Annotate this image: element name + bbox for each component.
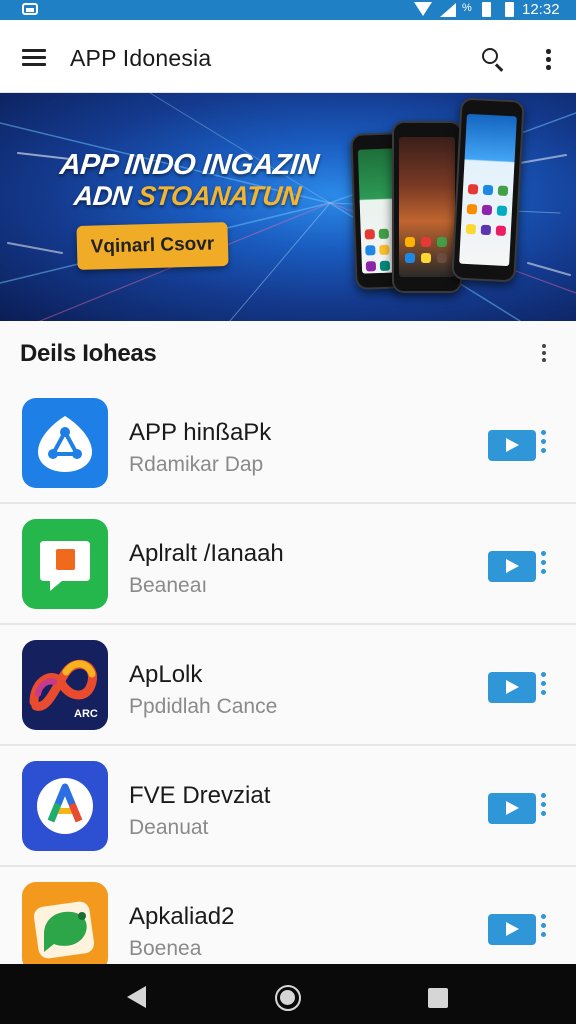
play-button[interactable] — [488, 793, 536, 824]
chat-bubble-app-icon — [22, 519, 108, 609]
infinity-swirl-app-icon: ARC — [22, 640, 108, 730]
menu-icon[interactable] — [20, 46, 48, 68]
play-button[interactable] — [488, 430, 536, 461]
app-bar: APP Idonesia — [0, 20, 576, 93]
overflow-menu-icon[interactable] — [540, 46, 556, 72]
app-title: APP Idonesia — [70, 45, 212, 71]
status-time: 12:32 — [522, 1, 560, 18]
app-list-item[interactable]: Aplralt /Ianaah Beaneaı — [0, 504, 576, 625]
app-subtitle: Rdamikar Dap — [129, 453, 264, 476]
app-list-item[interactable]: ARC ApLolk Ppdidlah Cance — [0, 625, 576, 746]
letter-a-app-icon — [22, 761, 108, 851]
item-overflow-icon[interactable] — [540, 549, 548, 581]
notification-icon — [22, 3, 38, 15]
banner-headline-accent: STOANATUN — [136, 181, 303, 211]
battery-percent: % — [462, 2, 472, 14]
app-name: FVE Drevziat — [129, 782, 271, 809]
item-overflow-icon[interactable] — [540, 791, 548, 823]
promo-banner[interactable]: APP INDO INGAZIN ADN STOANATUN Vqinarl C… — [0, 93, 576, 321]
wifi-icon — [414, 2, 432, 16]
app-icon-label: ARC — [74, 708, 98, 720]
signal-icon — [440, 3, 456, 17]
recent-apps-icon[interactable] — [428, 988, 448, 1008]
sim-icon — [482, 2, 491, 17]
banner-headline-line1: APP INDO INGAZIN — [58, 149, 321, 181]
app-subtitle: Deanuat — [129, 816, 209, 839]
app-name: Apkaliad2 — [129, 903, 235, 930]
battery-icon — [505, 2, 514, 17]
app-subtitle: Beaneaı — [129, 574, 208, 597]
app-list-section: Deils Iohеas APP hinßaPk Rdamikar Dap Ap… — [0, 321, 576, 972]
item-overflow-icon[interactable] — [540, 428, 548, 460]
play-button[interactable] — [488, 551, 536, 582]
app-name: ApLolk — [129, 661, 203, 688]
play-button[interactable] — [488, 672, 536, 703]
app-name: APP hinßaPk — [129, 419, 272, 446]
search-icon[interactable] — [480, 46, 506, 72]
phone-mockup-right — [451, 97, 525, 283]
dots-triangle-app-icon — [22, 398, 108, 488]
home-icon[interactable] — [275, 985, 301, 1011]
back-icon[interactable] — [127, 986, 146, 1008]
banner-headline-prefix: ADN — [72, 181, 140, 211]
screen: % 12:32 APP Idonesia APP INDO INGAZIN AD… — [0, 0, 576, 1024]
system-nav-bar — [0, 964, 576, 1024]
section-overflow-icon[interactable] — [536, 341, 552, 367]
app-subtitle: Ppdidlah Cance — [129, 695, 278, 718]
banner-headline-line2: ADN STOANATUN — [72, 181, 302, 212]
green-bubble-app-icon — [22, 882, 108, 972]
item-overflow-icon[interactable] — [540, 912, 548, 944]
phone-screen-center — [399, 137, 455, 277]
app-list-item[interactable]: FVE Drevziat Deanuat — [0, 746, 576, 867]
phone-screen-right — [459, 113, 517, 267]
app-name: Aplralt /Ianaah — [129, 540, 284, 567]
section-title: Deils Iohеas — [20, 340, 157, 367]
status-bar: % 12:32 — [0, 0, 576, 20]
item-overflow-icon[interactable] — [540, 670, 548, 702]
play-button[interactable] — [488, 914, 536, 945]
banner-cta-button[interactable]: Vqinarl Csovr — [76, 222, 229, 270]
app-subtitle: Boenea — [129, 937, 202, 960]
app-list-item[interactable]: APP hinßaPk Rdamikar Dap — [0, 383, 576, 504]
